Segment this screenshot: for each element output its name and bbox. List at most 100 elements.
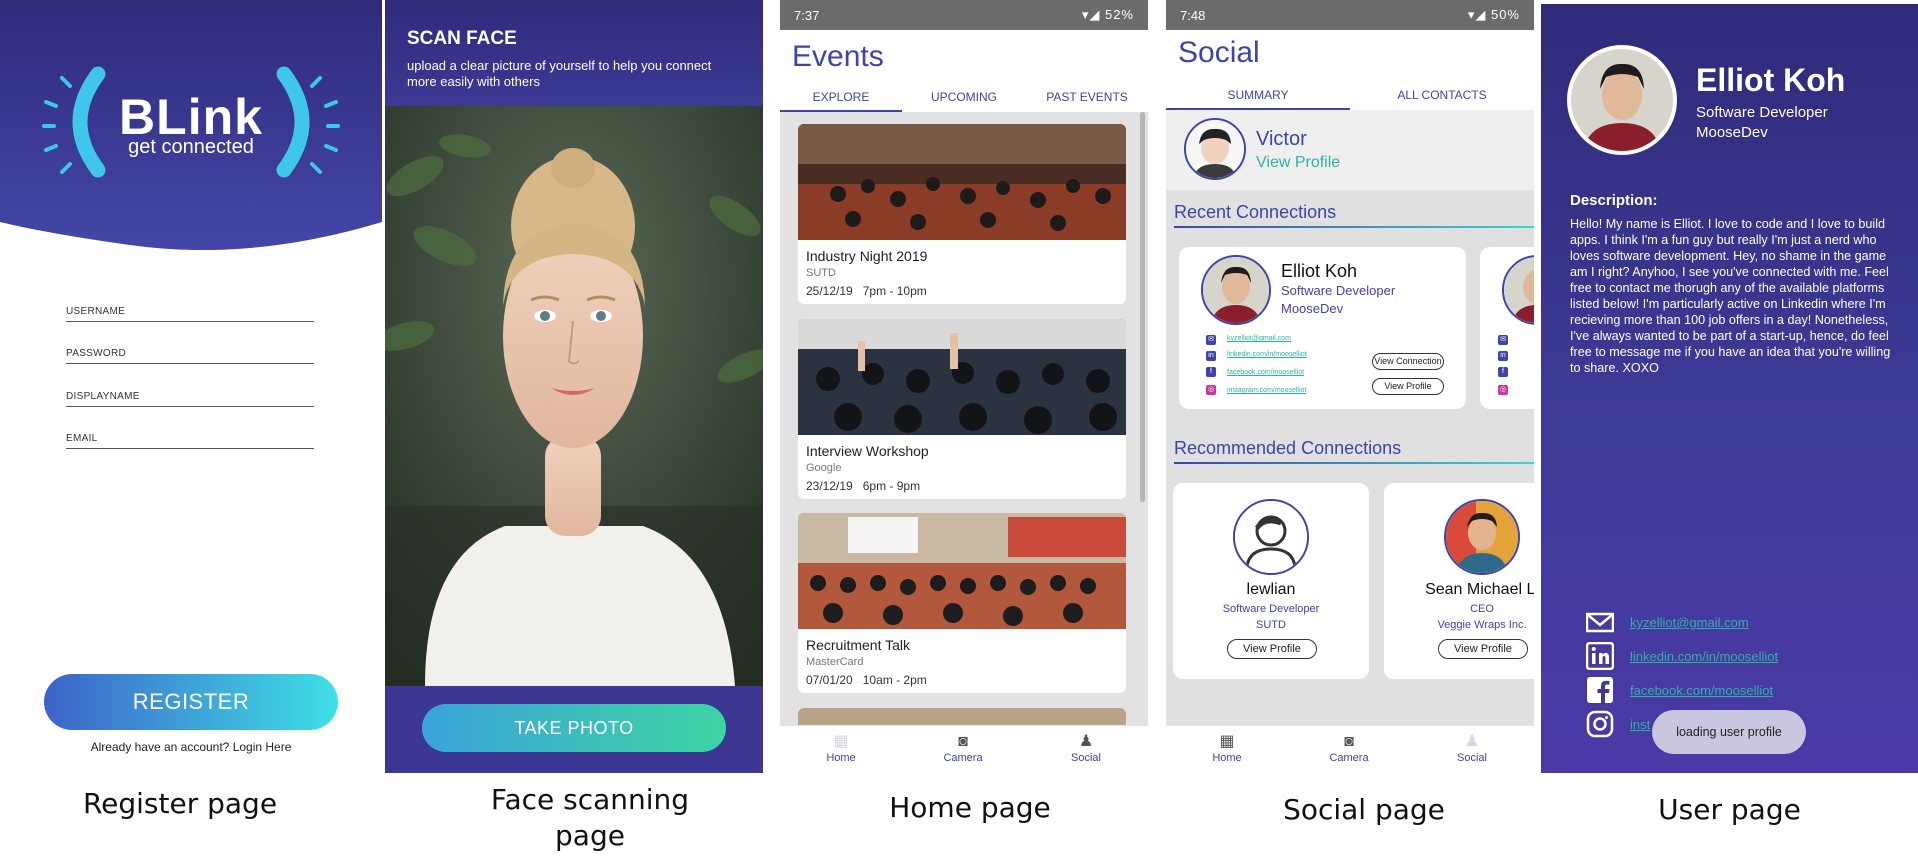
tab-summary[interactable]: SUMMARY: [1166, 80, 1350, 110]
section-divider: [1174, 226, 1534, 228]
avatar: [1233, 499, 1309, 575]
event-photo-interview-workshop: [798, 319, 1126, 435]
email-icon: ✉: [1498, 335, 1508, 345]
recent-connection-card[interactable]: Elliot Koh Software Developer MooseDev ✉…: [1179, 247, 1466, 409]
nav-social[interactable]: ♟ Social: [1432, 732, 1512, 764]
linkedin-icon: [1586, 642, 1614, 670]
user-org: MooseDev: [1696, 124, 1768, 141]
register-button[interactable]: REGISTER: [44, 674, 338, 730]
caption-social: Social page: [1283, 793, 1445, 826]
take-photo-button[interactable]: TAKE PHOTO: [422, 704, 726, 752]
section-divider: [1174, 462, 1534, 464]
user-name: Elliot Koh: [1696, 62, 1846, 98]
nav-home[interactable]: ▦ Home: [801, 732, 881, 764]
status-time: 7:37: [794, 8, 820, 23]
tab-all-contacts[interactable]: ALL CONTACTS: [1350, 80, 1534, 110]
nav-social[interactable]: ♟ Social: [1046, 732, 1126, 764]
events-tabs: EXPLORE UPCOMING PAST EVENTS: [780, 82, 1148, 112]
person-photo: [385, 106, 763, 686]
avatar: [1444, 499, 1520, 575]
username-field[interactable]: USERNAME: [66, 300, 314, 322]
facebook-link[interactable]: facebook.com/mooselliot: [1227, 369, 1304, 376]
face-scan-header: SCAN FACE upload a clear picture of your…: [385, 0, 763, 106]
tab-past-events[interactable]: PAST EVENTS: [1026, 82, 1148, 112]
event-card[interactable]: Interview Workshop Google 23/12/19 6pm -…: [798, 319, 1126, 499]
status-time: 7:48: [1180, 8, 1206, 23]
calendar-icon: ▦: [833, 733, 849, 750]
email-field[interactable]: EMAIL: [66, 427, 314, 449]
email-icon: [1586, 612, 1614, 633]
event-name: Recruitment Talk: [806, 637, 911, 653]
view-profile-button[interactable]: View Profile: [1227, 639, 1317, 659]
caption-register: Register page: [82, 787, 278, 820]
event-datetime: 23/12/19 6pm - 9pm: [806, 479, 920, 493]
event-photo-recruitment-talk: [798, 513, 1126, 629]
recommended-card[interactable]: Sean Michael Li CEO Veggie Wraps Inc. Vi…: [1384, 483, 1534, 679]
instagram-link[interactable]: instagram.com/mooselliot: [1227, 387, 1306, 394]
event-date: 07/01/20: [806, 673, 853, 687]
status-bar: 7:37 ▾◢ 52%: [780, 0, 1148, 30]
linkedin-icon: in: [1498, 351, 1508, 361]
recommended-role: Software Developer: [1222, 603, 1320, 615]
event-name: Industry Night 2019: [806, 248, 928, 264]
avatar: [1184, 118, 1246, 180]
view-connection-button[interactable]: View Connection: [1372, 353, 1444, 370]
caption-home: Home page: [889, 791, 1051, 824]
linkedin-link[interactable]: linkedin.com/in/mooselliot: [1227, 351, 1307, 358]
storyboard: BLink get connected USERNAME PASSWORD DI…: [0, 0, 1918, 856]
nav-camera[interactable]: ◙ Camera: [1309, 732, 1389, 764]
user-page: Elliot Koh Software Developer MooseDev D…: [1541, 4, 1918, 773]
view-profile-button[interactable]: View Profile: [1438, 639, 1528, 659]
instagram-link[interactable]: inst: [1630, 717, 1650, 732]
linkedin-icon: in: [1206, 351, 1216, 361]
recent-connection-card-partial[interactable]: ✉ in f ◎: [1480, 247, 1534, 409]
event-card[interactable]: Industry Night 2019 SUTD 25/12/19 7pm - …: [798, 124, 1126, 304]
event-card[interactable]: Recruitment Talk MasterCard 07/01/20 10a…: [798, 513, 1126, 693]
login-link[interactable]: Already have an account? Login Here: [0, 740, 382, 754]
recommended-org: Veggie Wraps Inc.: [1437, 619, 1527, 631]
page-title: SCAN FACE: [407, 28, 517, 49]
connection-org: MooseDev: [1281, 301, 1344, 316]
social-tabs: SUMMARY ALL CONTACTS: [1166, 80, 1534, 110]
event-photo-industry-night: [798, 124, 1126, 240]
status-icons: ▾◢ 50%: [1468, 7, 1520, 23]
events-scrollbar[interactable]: [1140, 112, 1145, 502]
camera-preview: [385, 106, 763, 686]
facebook-link[interactable]: facebook.com/mooselliot: [1630, 683, 1773, 698]
user-description: Hello! My name is Elliot. I love to code…: [1570, 217, 1891, 375]
recommended-name: lewlian: [1246, 581, 1296, 598]
password-field[interactable]: PASSWORD: [66, 342, 314, 364]
email-link[interactable]: kyzelliot@gmail.com: [1630, 615, 1749, 630]
recommended-card[interactable]: lewlian Software Developer SUTD View Pro…: [1173, 483, 1369, 679]
event-date: 23/12/19: [806, 479, 853, 493]
email-icon: ✉: [1206, 335, 1216, 345]
view-profile-button[interactable]: View Profile: [1372, 378, 1444, 395]
avatar: [1201, 255, 1271, 325]
bottom-navigation: ▦ Home ◙ Camera ♟ Social: [1166, 725, 1534, 773]
tab-explore[interactable]: EXPLORE: [780, 82, 902, 112]
bottom-navigation: ▦ Home ◙ Camera ♟ Social: [780, 725, 1148, 773]
contact-row-linkedin[interactable]: linkedin.com/in/mooselliot: [1586, 642, 1886, 670]
facebook-icon: f: [1206, 367, 1216, 377]
event-card-partial[interactable]: [798, 708, 1126, 726]
user-role: Software Developer: [1696, 104, 1828, 121]
recommended-role: CEO: [1470, 603, 1494, 615]
my-profile-row[interactable]: Victor View Profile: [1166, 110, 1534, 190]
recommended-name: Sean Michael Li: [1425, 581, 1534, 598]
linkedin-link[interactable]: linkedin.com/in/mooselliot: [1630, 649, 1778, 664]
events-list: Industry Night 2019 SUTD 25/12/19 7pm - …: [780, 112, 1148, 726]
nav-home[interactable]: ▦ Home: [1187, 732, 1267, 764]
contact-row-email[interactable]: kyzelliot@gmail.com: [1586, 608, 1886, 636]
nav-camera[interactable]: ◙ Camera: [923, 732, 1003, 764]
page-title: Social: [1178, 36, 1260, 69]
status-bar: 7:48 ▾◢ 50%: [1166, 0, 1534, 30]
email-link[interactable]: kyzelliot@gmail.com: [1227, 335, 1291, 342]
view-profile-link[interactable]: View Profile: [1256, 154, 1340, 172]
caption-user: User page: [1658, 793, 1801, 826]
tab-upcoming[interactable]: UPCOMING: [902, 82, 1026, 112]
displayname-field[interactable]: DISPLAYNAME: [66, 385, 314, 407]
camera-icon: ◙: [1344, 733, 1354, 750]
event-organizer: Google: [806, 462, 842, 474]
contact-row-facebook[interactable]: facebook.com/mooselliot: [1586, 676, 1886, 704]
default-user-icon: [1235, 501, 1307, 573]
